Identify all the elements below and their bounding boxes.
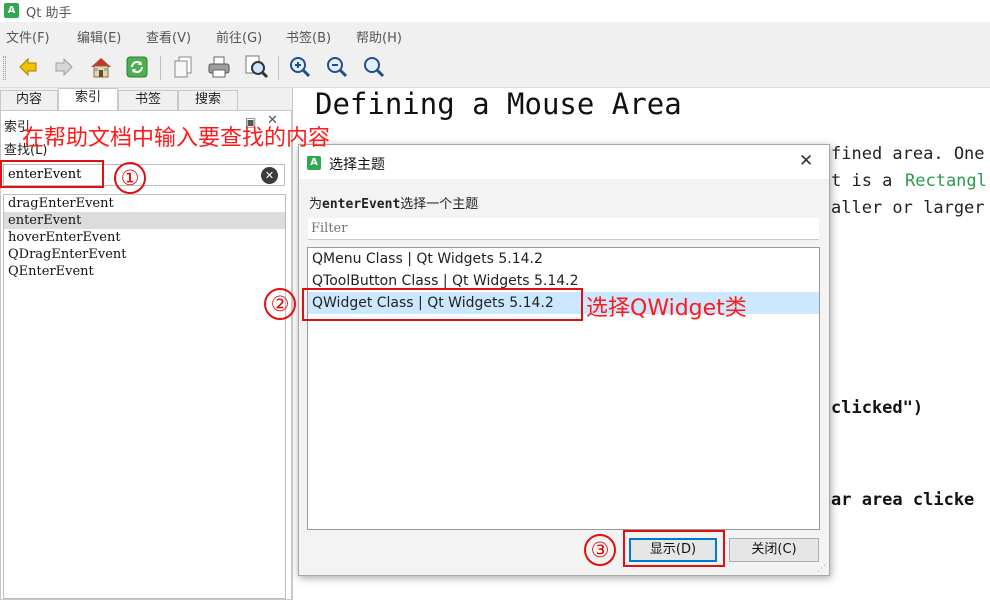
dialog-title-bar: A 选择主题 ✕ <box>299 145 829 179</box>
dialog-prompt: 为enterEvent选择一个主题 <box>309 197 479 212</box>
menu-view[interactable]: 查看(V) <box>146 27 191 46</box>
tab-contents[interactable]: 内容 <box>0 90 58 110</box>
code-text: ar area clicke <box>831 490 975 510</box>
list-item[interactable]: QEnterEvent <box>4 263 285 280</box>
copy-page-icon[interactable] <box>170 54 196 80</box>
menu-edit[interactable]: 编辑(E) <box>77 27 121 46</box>
dialog-title: 选择主题 <box>329 157 385 173</box>
sync-icon[interactable] <box>124 54 150 80</box>
panel-tabs: 内容 索引 书签 搜索 <box>0 88 292 110</box>
annotation-step3-number: ③ <box>584 534 616 566</box>
find-icon[interactable] <box>243 54 269 80</box>
close-button[interactable]: 关闭(C) <box>729 538 819 562</box>
title-bar: A Qt 助手 <box>0 0 990 22</box>
menu-bookmarks[interactable]: 书签(B) <box>286 27 331 46</box>
filter-input[interactable] <box>308 218 819 240</box>
annotation-step1-text: 在帮助文档中输入要查找的内容 <box>22 126 331 151</box>
tab-search[interactable]: 搜索 <box>178 90 238 110</box>
toolbar-grip[interactable] <box>3 56 6 80</box>
window-title: Qt 助手 <box>26 6 72 21</box>
code-text: clicked") <box>831 398 924 418</box>
dialog-app-icon: A <box>307 156 321 170</box>
home-icon[interactable] <box>88 54 114 80</box>
zoom-reset-icon[interactable] <box>361 54 387 80</box>
menu-bar: 文件(F) 编辑(E) 查看(V) 前往(G) 书签(B) 帮助(H) <box>0 24 990 48</box>
topic-item-qmenu[interactable]: QMenu Class | Qt Widgets 5.14.2 <box>308 248 819 270</box>
toolbar-separator <box>278 56 279 80</box>
clear-icon[interactable]: ✕ <box>261 167 278 184</box>
annotation-step2-number: ② <box>264 288 296 320</box>
topic-dialog: A 选择主题 ✕ 为enterEvent选择一个主题 QMenu Class |… <box>298 144 830 576</box>
tab-index[interactable]: 索引 <box>58 88 118 110</box>
zoom-out-icon[interactable] <box>324 54 350 80</box>
annotation-box-search <box>0 160 104 188</box>
index-results: dragEnterEvent enterEvent hoverEnterEven… <box>3 194 286 599</box>
annotation-step1-number: ① <box>114 162 146 194</box>
print-icon[interactable] <box>206 54 232 80</box>
app-icon: A <box>4 3 19 18</box>
tab-bookmarks[interactable]: 书签 <box>118 90 178 110</box>
page-title: Defining a Mouse Area <box>315 88 682 121</box>
size-grip-icon[interactable]: ⋰ <box>817 564 826 574</box>
menu-file[interactable]: 文件(F) <box>6 27 50 46</box>
content-text: fined area. One <box>831 144 985 164</box>
menu-help[interactable]: 帮助(H) <box>356 27 402 46</box>
list-item[interactable]: QDragEnterEvent <box>4 246 285 263</box>
zoom-in-icon[interactable] <box>287 54 313 80</box>
arrow-right-icon[interactable] <box>51 54 77 80</box>
annotation-box-show <box>623 530 725 567</box>
content-text: aller or larger <box>831 198 985 218</box>
toolbar-separator <box>160 56 161 80</box>
annotation-box-topic <box>302 288 583 321</box>
menu-go[interactable]: 前往(G) <box>216 27 262 46</box>
list-item[interactable]: dragEnterEvent <box>4 195 285 212</box>
arrow-left-icon[interactable] <box>15 54 41 80</box>
content-link[interactable]: Rectangl <box>905 171 987 191</box>
toolbar <box>0 48 990 88</box>
annotation-step2-text: 选择QWidget类 <box>586 296 747 321</box>
list-item[interactable]: enterEvent <box>4 212 285 229</box>
close-icon[interactable]: ✕ <box>799 151 813 171</box>
content-text: t is a <box>831 171 893 191</box>
list-item[interactable]: hoverEnterEvent <box>4 229 285 246</box>
